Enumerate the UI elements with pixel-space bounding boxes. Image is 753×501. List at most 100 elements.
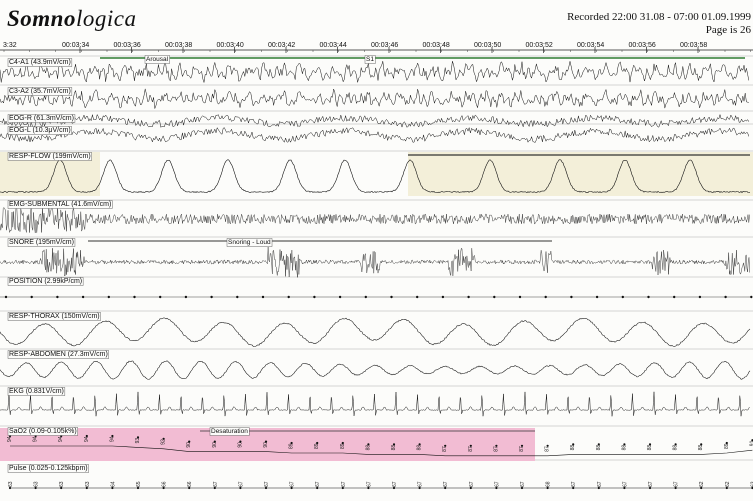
- time-tick-label: 00:03:56: [629, 42, 656, 49]
- pulse-value: 66: [187, 481, 193, 487]
- sao2-value: 87: [468, 446, 474, 452]
- position-sample: [133, 295, 136, 299]
- pulse-value: 67: [674, 481, 680, 487]
- position-sample: [159, 295, 162, 299]
- pulse-value: 63: [59, 481, 65, 487]
- pulse-value: 67: [469, 481, 475, 487]
- time-tick-label: 00:03:40: [217, 42, 244, 49]
- position-sample: [107, 295, 111, 299]
- snoring-event-label: Snoring - Loud: [228, 239, 271, 246]
- position-sample: [4, 295, 8, 299]
- sao2-value: 89: [314, 443, 320, 449]
- position-sample: [544, 295, 547, 299]
- position-sample: [30, 295, 33, 299]
- pulse-value: 67: [290, 481, 296, 487]
- sao2-value: 88: [596, 445, 602, 451]
- sao2-value: 87: [442, 446, 448, 452]
- desaturation-event-label: Desaturation: [211, 428, 248, 435]
- sao2-value: 91: [749, 440, 753, 446]
- flow-highlight: [408, 152, 753, 196]
- position-sample: [621, 295, 624, 299]
- stage-label: S1: [366, 56, 374, 63]
- pulse-value: 67: [494, 481, 500, 487]
- time-tick-label: 00:03:54: [577, 42, 604, 49]
- sao2-value: 90: [212, 442, 218, 448]
- position-sample: [698, 295, 702, 299]
- sao2-value: 88: [365, 445, 371, 451]
- time-tick-label: 00:03:34: [62, 42, 89, 49]
- pulse-value: 65: [136, 481, 142, 487]
- channel-label-flow: RESP-FLOW (199mV/cm): [9, 153, 91, 160]
- sao2-value: 89: [724, 443, 730, 449]
- pulse-value: 67: [622, 481, 628, 487]
- abdomen-trace: [0, 360, 751, 380]
- thorax-trace: [0, 317, 751, 347]
- position-sample: [647, 295, 650, 299]
- sao2-value: 88: [647, 445, 653, 451]
- sao2-value: 92: [161, 439, 167, 445]
- c4a1-trace: [0, 61, 750, 83]
- position-sample: [595, 295, 599, 299]
- position-sample: [56, 295, 59, 299]
- arousal-event-label: Arousal: [146, 56, 169, 63]
- time-tick-label: 00:03:46: [371, 42, 398, 49]
- sao2-value: 88: [570, 445, 576, 451]
- pulse-value: 67: [571, 481, 577, 487]
- channel-label-eogl: EOG-L (10.3μV/cm): [9, 127, 71, 134]
- position-sample: [81, 295, 85, 299]
- position-sample: [673, 295, 676, 299]
- time-tick-label: 3:32: [3, 42, 17, 49]
- eog-r-trace: [0, 113, 750, 128]
- channel-label-ekg: EKG (0.831V/cm): [9, 388, 64, 395]
- time-tick-label: 00:03:52: [526, 42, 553, 49]
- channel-label-pulse: Pulse (0.025-0.125kbpm): [9, 465, 88, 472]
- channel-label-eogr: EOG-R (61.3mV/cm): [9, 115, 74, 122]
- channel-labels: C4-A1 (43.9mV/cm) C3-A2 (35.7mV/cm) EOG-R …: [7, 58, 113, 473]
- position-sample: [441, 295, 445, 299]
- pulse-value: 67: [238, 481, 244, 487]
- sao2-value: 89: [289, 443, 295, 449]
- pulse-value: 67: [520, 481, 526, 487]
- pulse-value: 67: [213, 481, 219, 487]
- pulse-value: 64: [110, 481, 116, 487]
- sao2-value: 90: [237, 442, 243, 448]
- polysomnography-traces: 3:32 00:03:34 00:03:36 00:03:38 00:03:40 00:0…: [0, 42, 753, 490]
- pulse-value: 68: [546, 481, 552, 487]
- time-tick-label: 00:03:50: [474, 42, 501, 49]
- position-sample: [724, 295, 727, 299]
- pulse-value: 67: [366, 481, 372, 487]
- channel-label-c3a2: C3-A2 (35.7mV/cm): [9, 88, 71, 95]
- sao2-value: 87: [545, 446, 551, 452]
- sao2-value: 88: [417, 445, 423, 451]
- time-tick-label: 00:03:38: [165, 42, 192, 49]
- sao2-value: 87: [493, 446, 499, 452]
- time-tick-label: 00:03:58: [680, 42, 707, 49]
- position-sample: [313, 295, 316, 299]
- position-sample: [570, 295, 573, 299]
- position-sample: [493, 295, 496, 299]
- report-page: Somnologica Recorded 22:00 31.08 - 07:00…: [0, 0, 753, 501]
- pulse-value: 62: [725, 481, 731, 487]
- pulse-value: 67: [418, 481, 424, 487]
- time-axis: 3:32 00:03:34 00:03:36 00:03:38 00:03:40 00:0…: [0, 42, 753, 53]
- pulse-value: 67: [648, 481, 654, 487]
- c3a2-trace: [0, 87, 749, 109]
- sao2-value: 88: [673, 445, 679, 451]
- position-sample: [390, 295, 393, 299]
- sao2-value: 94: [109, 436, 115, 442]
- sao2-value: 88: [391, 445, 397, 451]
- pulse-value: 67: [341, 481, 347, 487]
- position-sample: [416, 295, 419, 299]
- sao2-value: 90: [186, 442, 192, 448]
- pulse-value: 66: [162, 481, 168, 487]
- event-highlights: [0, 55, 753, 461]
- pulse-value: 67: [597, 481, 603, 487]
- ekg-trace: [0, 391, 750, 417]
- channel-label-abdomen: RESP-ABDOMEN (27.3mV/cm): [9, 351, 108, 358]
- position-sample: [210, 295, 213, 299]
- sao2-value: 94: [7, 436, 13, 442]
- position-sample: [236, 295, 239, 299]
- sao2-value: 88: [621, 445, 627, 451]
- sao2-value: 94: [58, 436, 64, 442]
- pulse-value: 63: [8, 481, 14, 487]
